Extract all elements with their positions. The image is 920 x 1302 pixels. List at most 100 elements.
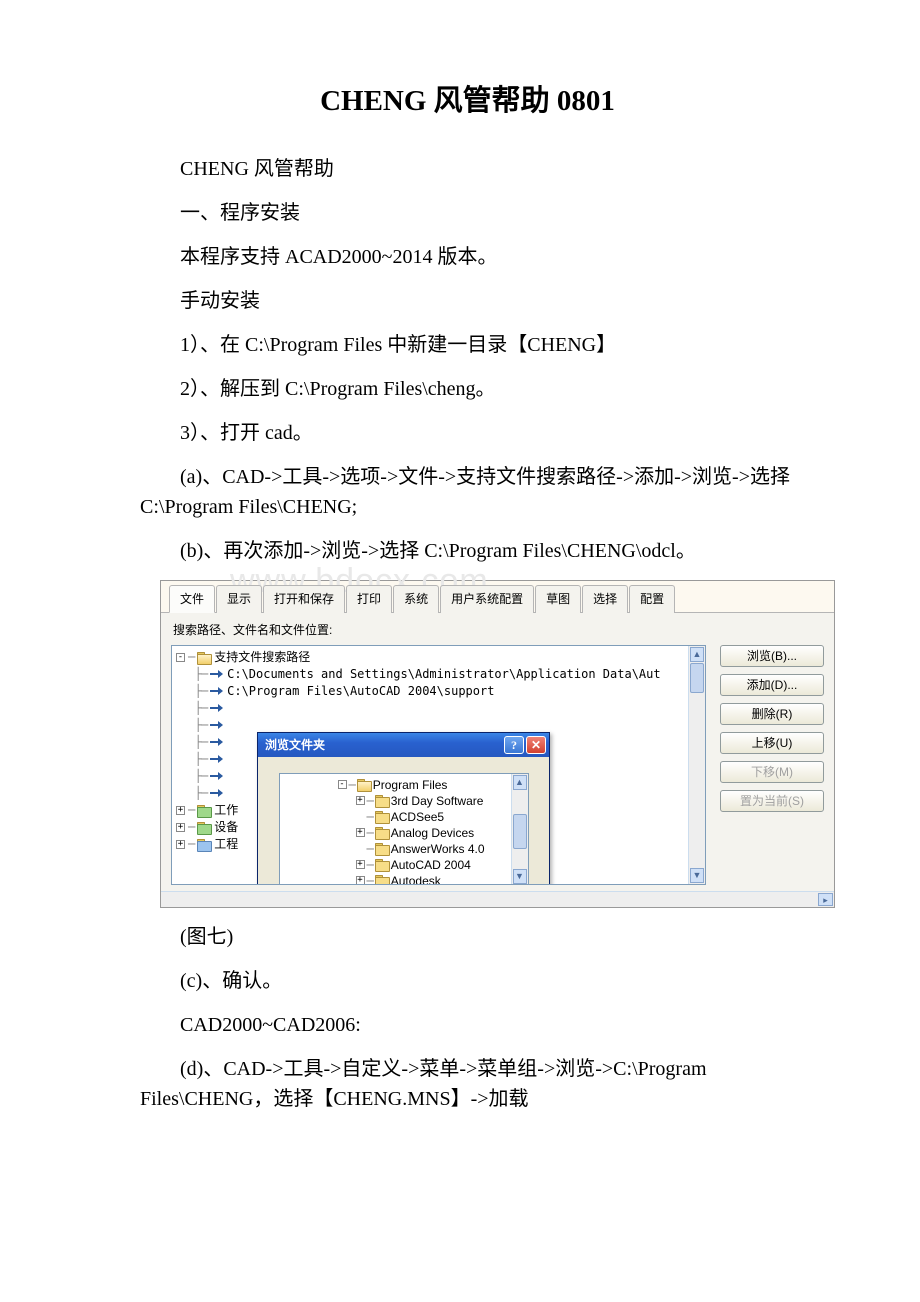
body-paragraph: CHENG 风管帮助 (140, 154, 795, 184)
folder-row[interactable]: +─Analog Devices (286, 825, 525, 841)
expander-icon[interactable]: + (176, 823, 185, 832)
tab-草图[interactable]: 草图 (535, 585, 581, 613)
button-上移U[interactable]: 上移(U) (720, 732, 824, 754)
dialog-titlebar[interactable]: 浏览文件夹 ? ✕ (258, 733, 549, 757)
folder-icon (375, 811, 389, 822)
tab-打印[interactable]: 打印 (346, 585, 392, 613)
tab-显示[interactable]: 显示 (216, 585, 262, 613)
browse-body: -─Program Files+─3rd Day Software─ACDSee… (258, 757, 549, 885)
expander-icon[interactable]: + (356, 876, 365, 885)
tree-label: 支持文件搜索路径 (214, 649, 310, 666)
scroll-right-icon[interactable]: ▸ (818, 893, 833, 906)
close-icon[interactable]: ✕ (526, 736, 546, 754)
tab-strip: 文件显示打开和保存打印系统用户系统配置草图选择配置 (161, 581, 834, 613)
tab-文件[interactable]: 文件 (169, 585, 215, 613)
scrollbar-horizontal[interactable]: ▸ (161, 891, 834, 907)
folder-label: AnswerWorks 4.0 (391, 841, 485, 857)
expander-icon[interactable]: + (356, 828, 365, 837)
button-column: 浏览(B)... 添加(D)... 删除(R) 上移(U) 下移(M) 置为当前(S) (706, 645, 824, 885)
folder-icon (375, 843, 389, 854)
tree-label: 工作 (214, 802, 238, 819)
tab-系统[interactable]: 系统 (393, 585, 439, 613)
tree-row[interactable]: -─支持文件搜索路径 (176, 649, 703, 666)
scroll-thumb[interactable] (690, 663, 704, 693)
tab-配置[interactable]: 配置 (629, 585, 675, 613)
folder-icon (375, 859, 389, 870)
folder-row[interactable]: +─Autodesk (286, 873, 525, 885)
scrollbar-vertical[interactable]: ▲ ▼ (688, 646, 705, 884)
button-置为当前S: 置为当前(S) (720, 790, 824, 812)
path-arrow-icon (210, 754, 224, 764)
tree-path: C:\Documents and Settings\Administrator\… (227, 666, 660, 683)
tab-选择[interactable]: 选择 (582, 585, 628, 613)
button-删除R[interactable]: 删除(R) (720, 703, 824, 725)
folder-icon (375, 827, 389, 838)
button-下移M: 下移(M) (720, 761, 824, 783)
body-paragraph: (b)、再次添加->浏览->选择 C:\Program Files\CHENG\… (140, 536, 795, 566)
folder-icon (197, 839, 211, 850)
path-arrow-icon (210, 788, 224, 798)
folder-label: Autodesk (391, 873, 441, 885)
folder-row[interactable]: +─3rd Day Software (286, 793, 525, 809)
path-arrow-icon (210, 771, 224, 781)
button-浏览B[interactable]: 浏览(B)... (720, 645, 824, 667)
folder-icon (197, 805, 211, 816)
expander-icon[interactable]: + (176, 806, 185, 815)
tree-label: 设备 (214, 819, 238, 836)
body-paragraph: 3）、打开 cad。 (140, 418, 795, 448)
browse-folder-dialog: 浏览文件夹 ? ✕ -─Program Files+─3rd Day Softw… (257, 732, 550, 885)
tab-打开和保存[interactable]: 打开和保存 (263, 585, 345, 613)
path-arrow-icon (210, 720, 224, 730)
tree-label: 工程 (214, 836, 238, 853)
scroll-up-icon[interactable]: ▲ (513, 775, 527, 790)
body-paragraph: 一、程序安装 (140, 198, 795, 228)
section-label: 搜索路径、文件名和文件位置: (171, 619, 824, 645)
path-arrow-icon (210, 686, 224, 696)
body-paragraph: 手动安装 (140, 286, 795, 316)
folder-label: Program Files (373, 777, 448, 793)
body-paragraph: CAD2000~CAD2006: (140, 1010, 795, 1040)
scrollbar-vertical[interactable]: ▲ ▼ (511, 774, 528, 885)
folder-tree[interactable]: -─Program Files+─3rd Day Software─ACDSee… (279, 773, 529, 885)
expander-icon[interactable]: - (176, 653, 185, 662)
scroll-thumb[interactable] (513, 814, 527, 849)
folder-open-icon (197, 652, 211, 663)
folder-row[interactable]: -─Program Files (286, 777, 525, 793)
body-paragraph: (d)、CAD->工具->自定义->菜单->菜单组->浏览->C:\Progra… (140, 1054, 795, 1114)
figure-caption: (图七) (140, 922, 795, 952)
button-添加D[interactable]: 添加(D)... (720, 674, 824, 696)
help-icon[interactable]: ? (504, 736, 524, 754)
tree-row[interactable]: ├─ (176, 700, 703, 717)
folder-label: ACDSee5 (391, 809, 444, 825)
path-arrow-icon (210, 737, 224, 747)
scroll-down-icon[interactable]: ▼ (513, 869, 527, 884)
folder-icon (197, 822, 211, 833)
folder-icon (357, 779, 371, 790)
options-dialog: 文件显示打开和保存打印系统用户系统配置草图选择配置 搜索路径、文件名和文件位置:… (160, 580, 835, 908)
paths-tree-panel[interactable]: -─支持文件搜索路径 ├─C:\Documents and Settings\A… (171, 645, 706, 885)
body-paragraph: 2）、解压到 C:\Program Files\cheng。 (140, 374, 795, 404)
body-paragraph: 本程序支持 ACAD2000~2014 版本。 (140, 242, 795, 272)
path-arrow-icon (210, 669, 224, 679)
folder-icon (375, 795, 389, 806)
body-paragraph: (a)、CAD->工具->选项->文件->支持文件搜索路径->添加->浏览->选… (140, 462, 795, 522)
folder-row[interactable]: ─ACDSee5 (286, 809, 525, 825)
expander-icon[interactable]: + (356, 796, 365, 805)
tree-path: C:\Program Files\AutoCAD 2004\support (227, 683, 494, 700)
folder-label: Analog Devices (391, 825, 474, 841)
expander-icon[interactable]: + (356, 860, 365, 869)
folder-label: AutoCAD 2004 (391, 857, 471, 873)
expander-icon[interactable]: - (338, 780, 347, 789)
tree-row[interactable]: ├─C:\Documents and Settings\Administrato… (176, 666, 703, 683)
tree-row[interactable]: ├─C:\Program Files\AutoCAD 2004\support (176, 683, 703, 700)
scroll-up-icon[interactable]: ▲ (690, 647, 704, 662)
scroll-down-icon[interactable]: ▼ (690, 868, 704, 883)
folder-label: 3rd Day Software (391, 793, 484, 809)
tab-用户系统配置[interactable]: 用户系统配置 (440, 585, 534, 613)
expander-icon[interactable]: + (176, 840, 185, 849)
folder-row[interactable]: +─AutoCAD 2004 (286, 857, 525, 873)
folder-row[interactable]: ─AnswerWorks 4.0 (286, 841, 525, 857)
body-paragraph: (c)、确认。 (140, 966, 795, 996)
document-title: CHENG 风管帮助 0801 (140, 80, 795, 124)
body-paragraph: 1）、在 C:\Program Files 中新建一目录【CHENG】 (140, 330, 795, 360)
